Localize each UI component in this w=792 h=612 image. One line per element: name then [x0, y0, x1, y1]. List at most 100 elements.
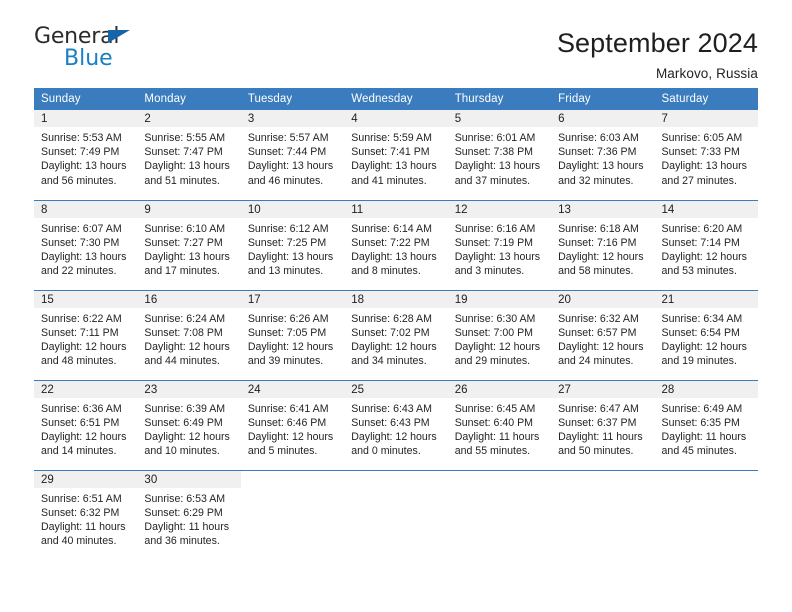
- day-daylight-line1-text: Daylight: 12 hours: [247, 430, 334, 443]
- day-sun-info: Sunrise: 6:24 AM Sunset: 7:08 PM Daylight:…: [137, 308, 240, 369]
- day-daylight-line2-text: and 39 minutes.: [247, 355, 324, 368]
- day-sun-info: Sunrise: 5:59 AM Sunset: 7:41 PM Daylight:…: [344, 127, 447, 188]
- calendar-day-cell[interactable]: 29 Sunrise: 6:51 AM Sunset: 6:32 PM Dayligh…: [34, 469, 138, 560]
- calendar-day-cell[interactable]: 7 Sunrise: 6:05 AM Sunset: 7:33 PM Daylight…: [654, 110, 758, 200]
- day-cell-content: 17 Sunrise: 6:26 AM Sunset: 7:05 PM Dayligh…: [240, 290, 345, 380]
- calendar-day-cell[interactable]: 13 Sunrise: 6:18 AM Sunset: 7:16 PM Dayligh…: [551, 199, 655, 290]
- day-daylight-line1-text: Daylight: 13 hours: [247, 160, 334, 173]
- day-daylight-line2-text: and 5 minutes.: [247, 445, 318, 458]
- day-number: 13: [551, 200, 655, 218]
- day-daylight-line2-text: and 0 minutes.: [351, 445, 421, 458]
- day-daylight-line2-text: and 51 minutes.: [144, 174, 220, 187]
- calendar-day-cell[interactable]: 11 Sunrise: 6:14 AM Sunset: 7:22 PM Dayligh…: [344, 199, 448, 290]
- day-daylight-line1-text: Daylight: 12 hours: [41, 340, 127, 353]
- calendar-day-cell[interactable]: 15 Sunrise: 6:22 AM Sunset: 7:11 PM Dayligh…: [34, 289, 138, 380]
- calendar-day-cell[interactable]: 5 Sunrise: 6:01 AM Sunset: 7:38 PM Daylight…: [447, 110, 552, 200]
- calendar-day-cell[interactable]: 16 Sunrise: 6:24 AM Sunset: 7:08 PM Dayligh…: [137, 289, 241, 380]
- day-daylight-line1-text: Daylight: 13 hours: [247, 250, 334, 263]
- weekday-header-friday: Friday: [551, 88, 655, 110]
- calendar-week-row: 15 Sunrise: 6:22 AM Sunset: 7:11 PM Dayligh…: [34, 289, 758, 380]
- day-cell-content: 25 Sunrise: 6:43 AM Sunset: 6:43 PM Dayligh…: [344, 380, 448, 470]
- calendar-day-cell[interactable]: 6 Sunrise: 6:03 AM Sunset: 7:36 PM Daylight…: [551, 110, 655, 200]
- day-sunset-text: Sunset: 6:46 PM: [247, 416, 327, 429]
- calendar-day-cell[interactable]: 17 Sunrise: 6:26 AM Sunset: 7:05 PM Dayligh…: [240, 289, 345, 380]
- day-sun-info: Sunrise: 6:34 AM Sunset: 6:54 PM Daylight:…: [655, 308, 758, 369]
- day-number: 4: [344, 110, 448, 127]
- day-sunset-text: Sunset: 7:22 PM: [351, 236, 430, 249]
- calendar-day-cell[interactable]: 23 Sunrise: 6:39 AM Sunset: 6:49 PM Dayligh…: [137, 379, 241, 470]
- day-sunset-text: Sunset: 6:51 PM: [41, 416, 120, 429]
- day-number: 19: [447, 290, 552, 308]
- calendar-day-cell[interactable]: 2 Sunrise: 5:55 AM Sunset: 7:47 PM Daylight…: [137, 110, 241, 200]
- calendar-day-cell[interactable]: 1 Sunrise: 5:53 AM Sunset: 7:49 PM Daylight…: [34, 110, 138, 200]
- day-sun-info: [241, 488, 344, 492]
- calendar-day-cell[interactable]: 22 Sunrise: 6:36 AM Sunset: 6:51 PM Dayligh…: [34, 379, 138, 470]
- day-sun-info: Sunrise: 6:26 AM Sunset: 7:05 PM Daylight:…: [241, 308, 344, 369]
- day-cell-content: 9 Sunrise: 6:10 AM Sunset: 7:27 PM Daylight…: [137, 200, 241, 290]
- day-daylight-line1-text: Daylight: 13 hours: [661, 160, 747, 173]
- day-sunset-text: Sunset: 7:02 PM: [351, 326, 430, 339]
- day-number: 7: [654, 110, 758, 127]
- day-number: 21: [654, 290, 758, 308]
- day-sun-info: [448, 488, 551, 492]
- calendar-day-cell[interactable]: 9 Sunrise: 6:10 AM Sunset: 7:27 PM Daylight…: [137, 199, 241, 290]
- title-block: September 2024 Markovo, Russia: [557, 26, 758, 81]
- calendar-day-cell[interactable]: 21 Sunrise: 6:34 AM Sunset: 6:54 PM Dayligh…: [654, 289, 758, 380]
- day-sunset-text: Sunset: 6:54 PM: [661, 326, 740, 339]
- calendar-day-cell[interactable]: 10 Sunrise: 6:12 AM Sunset: 7:25 PM Dayligh…: [240, 199, 345, 290]
- day-cell-content: 11 Sunrise: 6:14 AM Sunset: 7:22 PM Dayligh…: [344, 200, 448, 290]
- calendar-cell-empty: [551, 469, 655, 560]
- day-sunrise-text: Sunrise: 6:39 AM: [144, 402, 226, 415]
- calendar-day-cell[interactable]: 20 Sunrise: 6:32 AM Sunset: 6:57 PM Dayligh…: [551, 289, 655, 380]
- day-daylight-line2-text: and 14 minutes.: [41, 445, 117, 458]
- day-sun-info: Sunrise: 6:07 AM Sunset: 7:30 PM Daylight:…: [34, 218, 137, 279]
- day-sunset-text: Sunset: 6:32 PM: [41, 506, 120, 519]
- page-title: September 2024: [556, 28, 758, 58]
- day-cell-content: 26 Sunrise: 6:45 AM Sunset: 6:40 PM Dayligh…: [447, 380, 552, 470]
- day-sunrise-text: Sunrise: 6:01 AM: [454, 132, 536, 144]
- day-sun-info: Sunrise: 6:39 AM Sunset: 6:49 PM Daylight:…: [137, 398, 240, 459]
- day-sun-info: [655, 488, 758, 492]
- calendar-day-cell[interactable]: 30 Sunrise: 6:53 AM Sunset: 6:29 PM Dayligh…: [137, 469, 241, 560]
- calendar-day-cell[interactable]: 28 Sunrise: 6:49 AM Sunset: 6:35 PM Dayligh…: [654, 379, 758, 470]
- day-daylight-line2-text: and 56 minutes.: [41, 174, 117, 187]
- calendar-day-cell[interactable]: 24 Sunrise: 6:41 AM Sunset: 6:46 PM Dayligh…: [240, 379, 345, 470]
- day-daylight-line1-text: Daylight: 11 hours: [41, 520, 126, 533]
- day-daylight-line1-text: Daylight: 12 hours: [351, 340, 437, 353]
- day-daylight-line1-text: Daylight: 11 hours: [144, 520, 230, 533]
- calendar-day-cell[interactable]: 19 Sunrise: 6:30 AM Sunset: 7:00 PM Dayligh…: [447, 289, 552, 380]
- calendar-day-cell[interactable]: 25 Sunrise: 6:43 AM Sunset: 6:43 PM Dayligh…: [344, 379, 448, 470]
- day-daylight-line2-text: and 41 minutes.: [351, 174, 427, 187]
- calendar-week-row: 22 Sunrise: 6:36 AM Sunset: 6:51 PM Dayligh…: [34, 379, 758, 470]
- calendar-day-cell[interactable]: 12 Sunrise: 6:16 AM Sunset: 7:19 PM Dayligh…: [447, 199, 552, 290]
- day-sunset-text: Sunset: 7:36 PM: [558, 146, 637, 159]
- calendar-day-cell[interactable]: 26 Sunrise: 6:45 AM Sunset: 6:40 PM Dayligh…: [447, 379, 552, 470]
- day-sunset-text: Sunset: 6:43 PM: [351, 416, 430, 429]
- day-cell-content: 14 Sunrise: 6:20 AM Sunset: 7:14 PM Dayligh…: [654, 200, 758, 290]
- day-sun-info: Sunrise: 6:53 AM Sunset: 6:29 PM Daylight:…: [137, 488, 240, 549]
- calendar-week-row: 8 Sunrise: 6:07 AM Sunset: 7:30 PM Daylight…: [34, 199, 758, 290]
- calendar-day-cell[interactable]: 14 Sunrise: 6:20 AM Sunset: 7:14 PM Dayligh…: [654, 199, 758, 290]
- general-blue-logo[interactable]: General Blue: [34, 26, 164, 74]
- day-cell-content: 1 Sunrise: 5:53 AM Sunset: 7:49 PM Daylight…: [34, 110, 138, 200]
- day-sunset-text: Sunset: 6:57 PM: [558, 326, 637, 339]
- day-sunrise-text: Sunrise: 6:53 AM: [144, 492, 226, 505]
- calendar-day-cell[interactable]: 27 Sunrise: 6:47 AM Sunset: 6:37 PM Dayligh…: [551, 379, 655, 470]
- day-sunrise-text: Sunrise: 6:20 AM: [661, 222, 743, 235]
- day-sunset-text: Sunset: 6:49 PM: [144, 416, 223, 429]
- day-sunset-text: Sunset: 6:37 PM: [558, 416, 637, 429]
- calendar-day-cell[interactable]: 8 Sunrise: 6:07 AM Sunset: 7:30 PM Daylight…: [34, 199, 138, 290]
- day-sunrise-text: Sunrise: 5:59 AM: [351, 132, 432, 144]
- day-cell-content: 5 Sunrise: 6:01 AM Sunset: 7:38 PM Daylight…: [447, 110, 552, 200]
- day-daylight-line2-text: and 27 minutes.: [661, 174, 737, 187]
- day-sun-info: Sunrise: 5:53 AM Sunset: 7:49 PM Daylight:…: [34, 127, 137, 188]
- day-sun-info: Sunrise: 6:18 AM Sunset: 7:16 PM Daylight:…: [551, 218, 654, 279]
- calendar-day-cell[interactable]: 3 Sunrise: 5:57 AM Sunset: 7:44 PM Daylight…: [240, 110, 345, 200]
- day-sun-info: [551, 488, 654, 492]
- day-sunrise-text: Sunrise: 5:57 AM: [247, 132, 329, 144]
- day-sunrise-text: Sunrise: 6:12 AM: [247, 222, 329, 235]
- calendar-day-cell[interactable]: 4 Sunrise: 5:59 AM Sunset: 7:41 PM Daylight…: [344, 110, 448, 200]
- logo-word-general: General: [34, 24, 120, 49]
- calendar-day-cell[interactable]: 18 Sunrise: 6:28 AM Sunset: 7:02 PM Dayligh…: [344, 289, 448, 380]
- day-sunrise-text: Sunrise: 6:43 AM: [351, 402, 432, 415]
